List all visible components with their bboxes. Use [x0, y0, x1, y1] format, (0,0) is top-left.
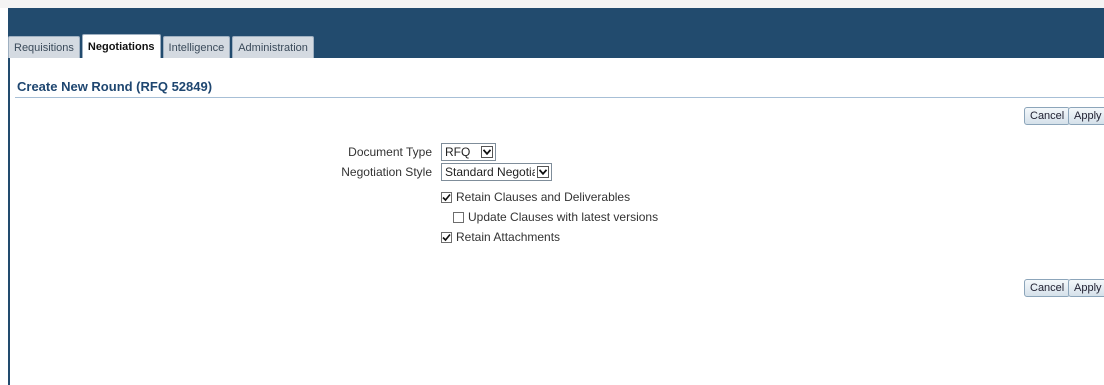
apply-button-top[interactable]: Apply: [1068, 107, 1104, 125]
negotiation-style-value: Standard Negotiation: [445, 165, 535, 179]
retain-attachments-checkbox[interactable]: Retain Attachments: [441, 230, 560, 244]
page-title: Create New Round (RFQ 52849): [17, 79, 213, 94]
cancel-button-top[interactable]: Cancel: [1024, 107, 1071, 125]
title-divider: [15, 97, 1104, 98]
negotiation-style-select[interactable]: Standard Negotiation: [441, 163, 552, 181]
tab-requisitions[interactable]: Requisitions: [8, 36, 80, 58]
top-strip: [0, 0, 1104, 8]
negotiation-style-label: Negotiation Style: [341, 165, 432, 179]
apply-button-bottom[interactable]: Apply: [1068, 279, 1104, 297]
checkbox-checked-icon[interactable]: [441, 191, 452, 203]
update-clauses-checkbox[interactable]: Update Clauses with latest versions: [453, 210, 658, 224]
tab-intelligence[interactable]: Intelligence: [162, 36, 231, 58]
checkbox-unchecked-icon[interactable]: [453, 211, 464, 223]
retain-clauses-label: Retain Clauses and Deliverables: [456, 190, 631, 204]
document-type-label: Document Type: [348, 145, 432, 159]
document-type-select[interactable]: RFQ: [441, 143, 496, 161]
tab-bar: Requisitions Negotiations Intelligence A…: [8, 34, 316, 58]
tab-administration[interactable]: Administration: [232, 36, 314, 58]
cancel-button-bottom[interactable]: Cancel: [1024, 279, 1071, 297]
retain-attachments-label: Retain Attachments: [456, 230, 561, 244]
document-type-value: RFQ: [445, 145, 471, 159]
update-clauses-label: Update Clauses with latest versions: [468, 210, 659, 224]
tab-negotiations[interactable]: Negotiations: [81, 34, 161, 58]
checkbox-checked-icon[interactable]: [441, 231, 452, 243]
left-rail: [8, 58, 10, 385]
chevron-down-icon: [481, 146, 493, 158]
retain-clauses-checkbox[interactable]: Retain Clauses and Deliverables: [441, 190, 630, 204]
chevron-down-icon: [537, 166, 549, 178]
